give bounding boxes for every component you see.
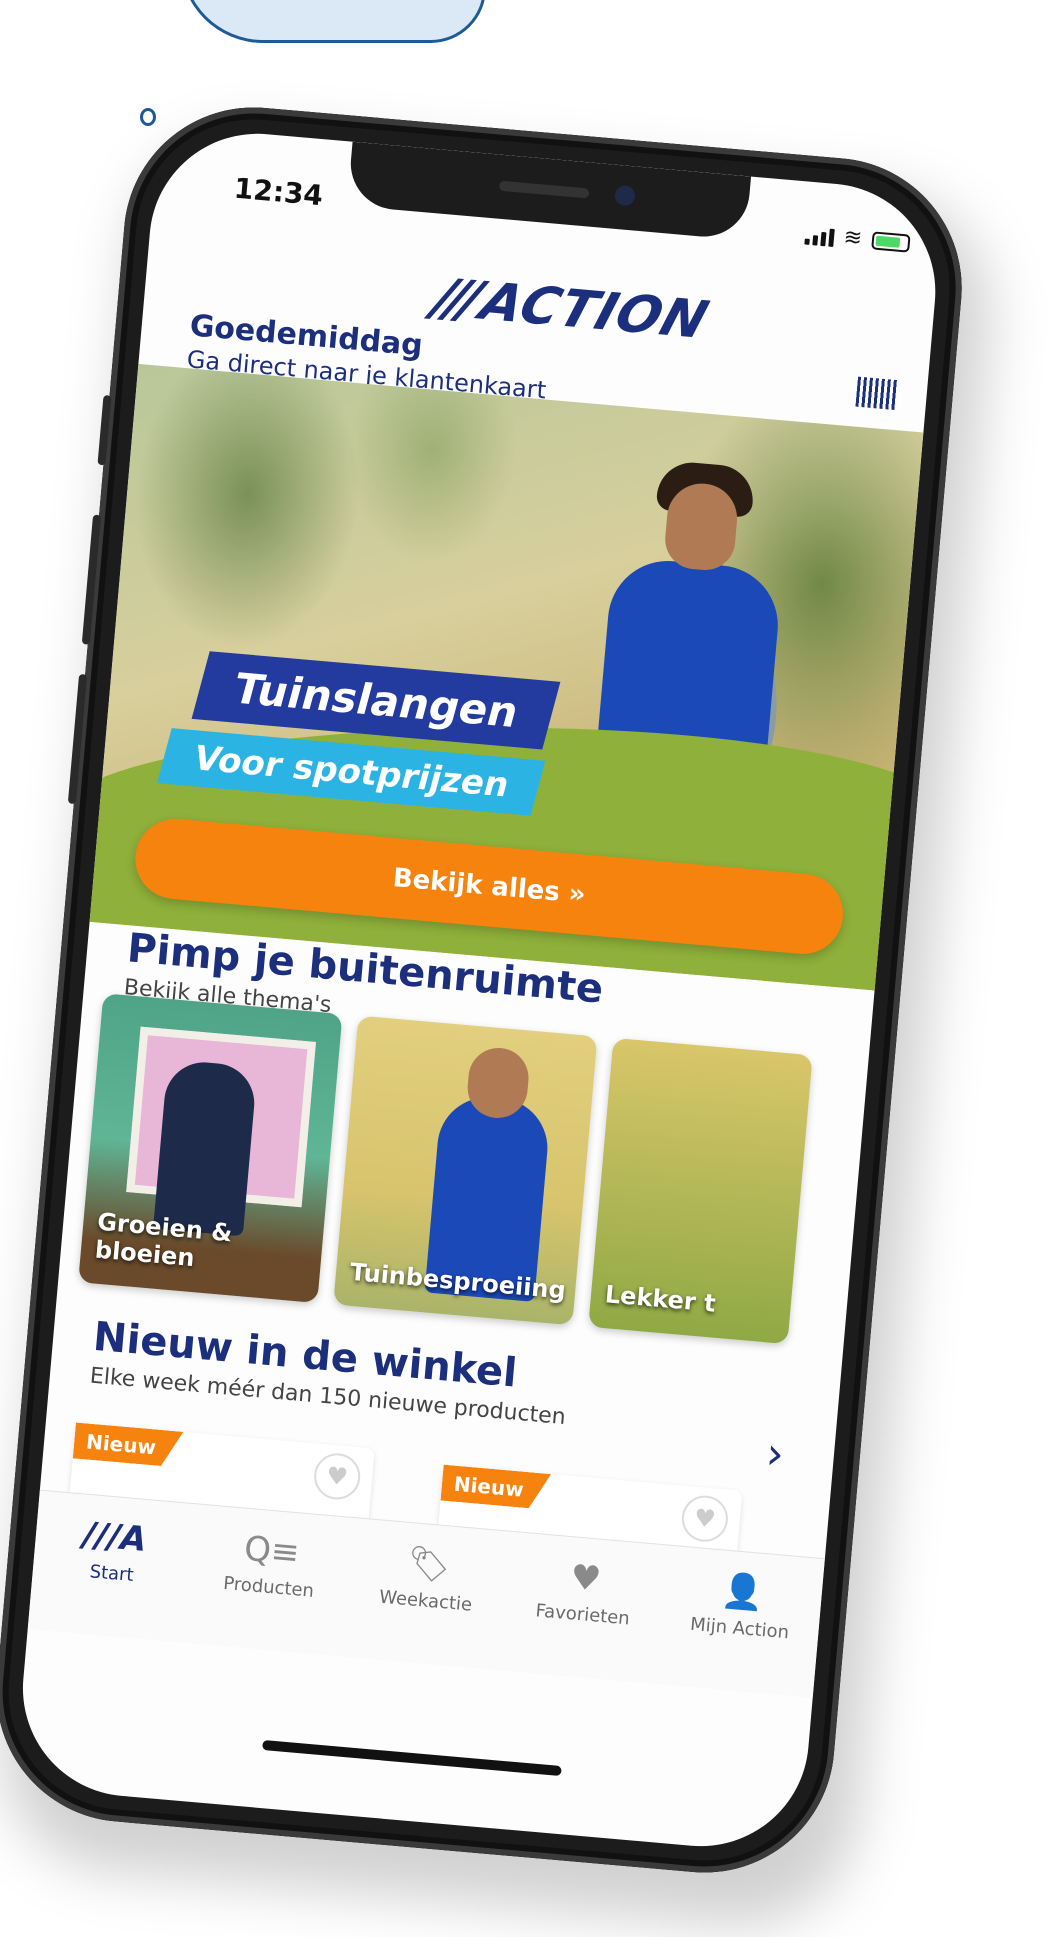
wifi-icon: ≋ — [842, 224, 864, 252]
heart-icon: ♥ — [568, 1557, 603, 1600]
favorite-heart-icon[interactable]: ♥ — [312, 1451, 363, 1502]
theme-tile[interactable]: Tuinbesproeiing — [333, 1015, 598, 1326]
user-icon: 👤 — [719, 1570, 766, 1615]
phone-mockup: 12:34 ≋ ///ACTION Goedemiddag Ga direct … — [0, 55, 1000, 1936]
tab-label: Producten — [222, 1572, 315, 1602]
home-indicator[interactable] — [262, 1739, 562, 1777]
tab-favorieten[interactable]: ♥ Favorieten — [512, 1551, 652, 1683]
phone-frame: 12:34 ≋ ///ACTION Goedemiddag Ga direct … — [0, 96, 973, 1884]
tab-label: Mijn Action — [689, 1613, 790, 1644]
side-button — [97, 394, 112, 466]
tab-mijn-action[interactable]: 👤 Mijn Action — [669, 1565, 809, 1697]
action-logo-icon: ///A — [81, 1514, 149, 1560]
theme-tile[interactable]: Lekker t — [588, 1037, 813, 1345]
side-button — [67, 673, 88, 805]
signal-icon — [803, 225, 835, 247]
logo-slashes: /// — [426, 268, 484, 331]
front-camera — [614, 184, 636, 207]
theme-carousel[interactable]: Groeien & bloeien Tuinbesproeiing Lekker… — [77, 993, 900, 1362]
favorite-heart-icon[interactable]: ♥ — [679, 1493, 730, 1544]
new-badge: Nieuw — [440, 1465, 551, 1510]
theme-tile[interactable]: Groeien & bloeien — [78, 993, 343, 1304]
tab-label: Weekactie — [378, 1586, 473, 1616]
side-button — [81, 514, 102, 645]
tab-start[interactable]: ///A Start — [41, 1510, 181, 1642]
tab-label: Favorieten — [534, 1600, 631, 1630]
app-screen: 12:34 ≋ ///ACTION Goedemiddag Ga direct … — [13, 124, 945, 1856]
tab-weekactie[interactable]: 🏷 Weekactie — [355, 1537, 495, 1669]
tab-label: Start — [88, 1561, 135, 1587]
new-badge: Nieuw — [73, 1422, 184, 1467]
search-list-icon: Q≡ — [242, 1528, 302, 1574]
theme-tile-label: Lekker t — [603, 1280, 717, 1318]
status-icons: ≋ — [803, 224, 911, 255]
chevron-right-icon[interactable]: › — [764, 1428, 786, 1480]
tab-producten[interactable]: Q≡ Producten — [198, 1523, 338, 1655]
theme-tile-label: Groeien & bloeien — [93, 1207, 234, 1273]
barcode-icon[interactable] — [855, 376, 898, 411]
notch — [346, 141, 752, 241]
tag-icon: 🏷 — [405, 1542, 453, 1587]
speaker — [498, 180, 590, 199]
battery-icon — [871, 231, 911, 253]
status-time: 12:34 — [232, 171, 325, 213]
decorative-map-blob — [180, 0, 486, 43]
